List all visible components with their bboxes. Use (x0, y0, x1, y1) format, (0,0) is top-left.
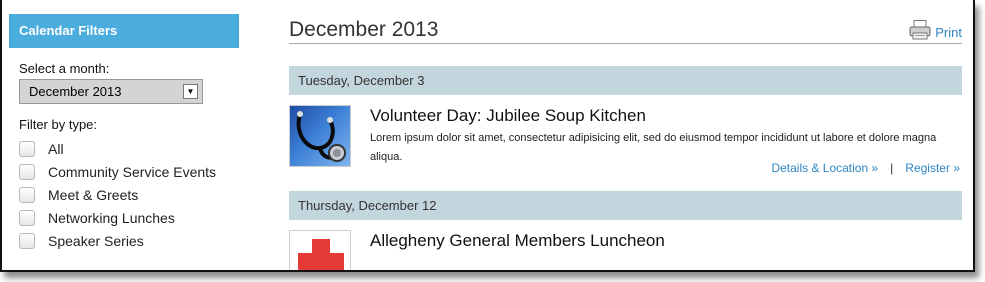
event-item: Allegheny General Members Luncheon (289, 220, 962, 270)
event-body: Volunteer Day: Jubilee Soup Kitchen Lore… (370, 105, 960, 167)
checkbox[interactable] (19, 209, 35, 226)
event-title[interactable]: Allegheny General Members Luncheon (370, 230, 960, 252)
register-link[interactable]: Register » (905, 161, 960, 175)
month-label: Select a month: (19, 61, 110, 76)
type-filter-label-networking-lunches: Networking Lunches (48, 209, 175, 226)
calendar-main: December 2013 Print Tuesday, December 3 (289, 14, 962, 270)
checkbox[interactable] (19, 140, 35, 157)
day-heading: Tuesday, December 3 (289, 66, 962, 95)
calendar-filters-sidebar: Calendar Filters Select a month: Decembe… (9, 14, 239, 252)
chevron-down-icon[interactable]: ▼ (183, 84, 198, 99)
print-link[interactable]: Print (909, 20, 962, 40)
event-body: Allegheny General Members Luncheon (370, 230, 960, 252)
type-filter-all[interactable]: All (19, 137, 239, 160)
sidebar-header: Calendar Filters (9, 14, 239, 48)
type-filter-speaker-series[interactable]: Speaker Series (19, 229, 239, 252)
day-heading: Thursday, December 12 (289, 191, 962, 220)
checkbox[interactable] (19, 232, 35, 249)
link-separator: | (890, 161, 894, 175)
calendar-page: Calendar Filters Select a month: Decembe… (0, 0, 975, 272)
page-title: December 2013 (289, 18, 439, 41)
type-filter-networking-lunches[interactable]: Networking Lunches (19, 206, 239, 229)
printer-icon[interactable] (909, 20, 931, 40)
type-filter-community-service[interactable]: Community Service Events (19, 160, 239, 183)
month-select-value: December 2013 (29, 84, 122, 99)
type-filter-list: All Community Service Events Meet & Gree… (19, 137, 239, 252)
page-header: December 2013 Print (289, 14, 962, 44)
type-filter-label-community-service: Community Service Events (48, 163, 217, 180)
event-item: Volunteer Day: Jubilee Soup Kitchen Lore… (289, 95, 962, 191)
type-filter-label: Filter by type: (19, 117, 98, 132)
month-select[interactable]: December 2013 ▼ (19, 79, 203, 104)
checkbox[interactable] (19, 163, 35, 180)
stethoscope-image (289, 105, 351, 167)
print-label: Print (935, 25, 962, 40)
type-filter-label-all: All (48, 140, 64, 157)
checkbox[interactable] (19, 186, 35, 203)
type-filter-meet-greets[interactable]: Meet & Greets (19, 183, 239, 206)
type-filter-label-meet-greets: Meet & Greets (48, 186, 139, 203)
details-location-link[interactable]: Details & Location » (771, 161, 878, 175)
red-cross-image (289, 230, 351, 270)
event-links: Details & Location » | Register » (771, 161, 960, 175)
type-filter-label-speaker-series: Speaker Series (48, 232, 144, 249)
event-title[interactable]: Volunteer Day: Jubilee Soup Kitchen (370, 105, 960, 127)
